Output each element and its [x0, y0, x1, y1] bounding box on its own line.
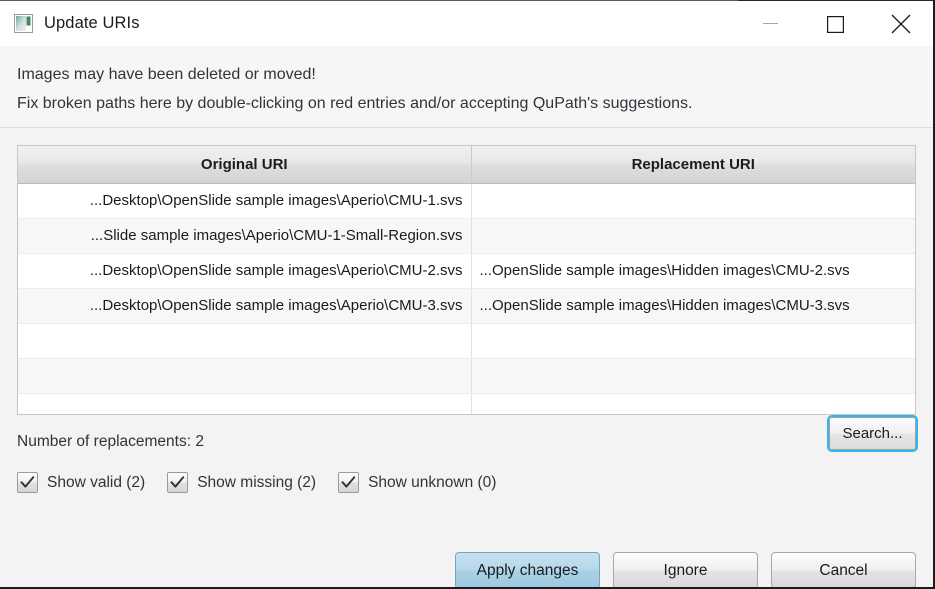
header-line-2: Fix broken paths here by double-clicking…: [17, 95, 693, 112]
cell-replacement-uri[interactable]: ...OpenSlide sample images\Hidden images…: [471, 253, 915, 289]
cell-original-uri[interactable]: ...Desktop\OpenSlide sample images\Aperi…: [18, 183, 472, 219]
uri-table-container[interactable]: Original URI Replacement URI ...Desktop\…: [17, 145, 916, 415]
update-uris-dialog: Update URIs Images may have been deleted…: [0, 0, 935, 589]
checkbox-checked-icon[interactable]: [167, 472, 189, 493]
apply-changes-button[interactable]: Apply changes: [455, 552, 600, 587]
checkbox-checked-icon[interactable]: [17, 472, 38, 493]
image-thumbnail-icon: [14, 14, 33, 33]
footer-button-row: Apply changes Ignore Cancel: [455, 552, 916, 587]
table-header-row: Original URI Replacement URI: [18, 146, 915, 184]
replacement-count-label: Number of replacements: 2: [17, 433, 204, 450]
header-line-1: Images may have been deleted or moved!: [17, 66, 316, 83]
table-row[interactable]: ...Desktop\OpenSlide sample images\Aperi…: [18, 253, 915, 289]
uri-table-body: ...Desktop\OpenSlide sample images\Aperi…: [18, 183, 915, 414]
checkbox-checked-icon[interactable]: [338, 472, 360, 493]
search-button[interactable]: Search...: [829, 417, 916, 450]
filter-checkbox-label: Show missing (2): [197, 473, 317, 491]
cell-original-uri[interactable]: [18, 323, 472, 359]
cell-original-uri[interactable]: [18, 358, 472, 394]
title-bar: Update URIs: [0, 0, 933, 46]
window-controls: [738, 1, 933, 47]
table-row[interactable]: [18, 358, 915, 394]
cancel-button[interactable]: Cancel: [771, 552, 916, 587]
cell-replacement-uri[interactable]: [471, 358, 915, 394]
filter-checkbox-row: Show valid (2) Show missing (2) Show unkno…: [17, 472, 916, 493]
filter-checkbox-label: Show valid (2): [47, 473, 146, 491]
cell-replacement-uri[interactable]: ...OpenSlide sample images\Hidden images…: [471, 288, 915, 324]
header-message: Images may have been deleted or moved! F…: [0, 46, 933, 128]
cell-original-uri[interactable]: ...Desktop\OpenSlide sample images\Aperi…: [18, 288, 472, 324]
uri-table: Original URI Replacement URI ...Desktop\…: [18, 146, 915, 414]
filter-checkbox-label: Show unknown (0): [368, 473, 497, 491]
column-header-original-uri[interactable]: Original URI: [18, 146, 472, 184]
table-row[interactable]: ...Desktop\OpenSlide sample images\Aperi…: [18, 183, 915, 219]
cell-original-uri[interactable]: [18, 393, 472, 414]
cell-replacement-uri[interactable]: [471, 183, 915, 219]
table-row[interactable]: [18, 323, 915, 359]
minimize-icon[interactable]: [738, 1, 803, 47]
close-icon[interactable]: [868, 1, 933, 47]
cell-original-uri[interactable]: ...Desktop\OpenSlide sample images\Aperi…: [18, 253, 472, 289]
cell-original-uri[interactable]: ...Slide sample images\Aperio\CMU-1-Smal…: [18, 218, 472, 254]
ignore-button[interactable]: Ignore: [613, 552, 758, 587]
table-row[interactable]: ...Desktop\OpenSlide sample images\Aperi…: [18, 288, 915, 324]
filter-checkbox-1[interactable]: Show missing (2): [167, 472, 316, 493]
window-title: Update URIs: [44, 14, 140, 33]
cell-replacement-uri[interactable]: [471, 393, 915, 414]
filter-checkbox-2[interactable]: Show unknown (0): [338, 472, 496, 493]
table-row[interactable]: [18, 393, 915, 414]
maximize-icon[interactable]: [803, 1, 868, 47]
filter-checkbox-0[interactable]: Show valid (2): [17, 472, 145, 493]
dialog-body: Original URI Replacement URI ...Desktop\…: [0, 145, 933, 587]
cell-replacement-uri[interactable]: [471, 323, 915, 359]
cell-replacement-uri[interactable]: [471, 218, 915, 254]
count-and-search-row: Number of replacements: 2 Search...: [17, 417, 916, 454]
column-header-replacement-uri[interactable]: Replacement URI: [471, 146, 915, 184]
table-row[interactable]: ...Slide sample images\Aperio\CMU-1-Smal…: [18, 218, 915, 254]
